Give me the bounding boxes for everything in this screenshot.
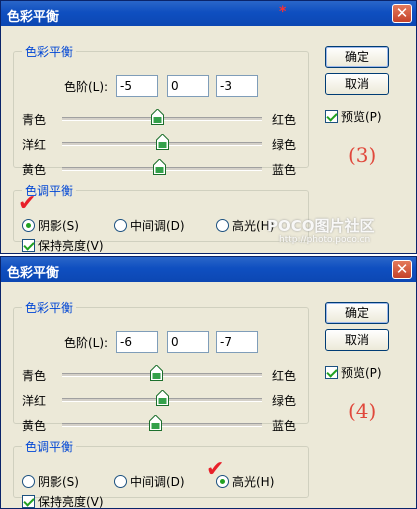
red-marker: * — [279, 4, 287, 20]
watermark-url: http://photo.poco.cn — [279, 235, 371, 245]
radio-label: 中间调(D) — [130, 219, 185, 233]
slider-right-label: 蓝色 — [272, 419, 297, 433]
radio-label: 阴影(S) — [38, 475, 79, 489]
title-bar[interactable]: 色彩平衡 ✕ — [1, 257, 416, 282]
checkbox-label: 预览(P) — [341, 366, 382, 380]
slider-yellow-blue[interactable] — [62, 415, 262, 431]
radio-midtones[interactable]: 中间调(D) — [114, 473, 185, 490]
levels-input-cyan-red[interactable] — [116, 75, 158, 97]
step-label: (4) — [348, 399, 377, 423]
levels-label: 色阶(L): — [64, 336, 109, 350]
slider-left-label: 洋红 — [22, 138, 47, 152]
checkbox-box[interactable] — [325, 366, 338, 379]
slider-thumb[interactable] — [150, 109, 164, 125]
color-balance-dialog-1: 色彩平衡 * ✕ 色彩平衡 色阶(L): 青色 红色 洋红 绿色 黄色 蓝色 色… — [0, 0, 417, 254]
radio-highlights[interactable]: 高光(H) — [216, 473, 274, 490]
slider-thumb[interactable] — [155, 134, 169, 150]
slider-cyan-red[interactable] — [62, 109, 262, 125]
slider-thumb[interactable] — [152, 159, 166, 175]
slider-right-label: 绿色 — [272, 138, 297, 152]
cancel-button[interactable]: 取消 — [325, 329, 389, 351]
radio-button[interactable] — [114, 475, 127, 488]
radio-label: 高光(H) — [232, 475, 275, 489]
dialog-title: 色彩平衡 — [7, 266, 60, 281]
radio-shadows[interactable]: 阴影(S) — [22, 217, 79, 234]
slider-right-label: 红色 — [272, 113, 297, 127]
slider-right-label: 绿色 — [272, 394, 297, 408]
radio-label: 中间调(D) — [130, 475, 185, 489]
preserve-luminosity-checkbox[interactable]: 保持亮度(V) — [22, 493, 104, 509]
levels-input-yellow-blue[interactable] — [216, 331, 258, 353]
watermark-brand: POCO图片社区 — [267, 217, 375, 235]
color-balance-group: 色彩平衡 色阶(L): 青色 红色 洋红 绿色 黄色 蓝色 — [13, 299, 309, 433]
group-legend: 色调平衡 — [25, 440, 74, 454]
levels-input-magenta-green[interactable] — [167, 331, 209, 353]
checkbox-label: 预览(P) — [341, 110, 382, 124]
ok-button[interactable]: 确定 — [325, 302, 389, 324]
slider-thumb[interactable] — [155, 390, 169, 406]
radio-button[interactable] — [216, 219, 229, 232]
slider-thumb[interactable] — [149, 365, 163, 381]
slider-left-label: 青色 — [22, 113, 47, 127]
radio-button[interactable] — [114, 219, 127, 232]
slider-left-label: 洋红 — [22, 394, 47, 408]
checkbox-box[interactable] — [22, 495, 35, 508]
levels-input-magenta-green[interactable] — [167, 75, 209, 97]
slider-right-label: 蓝色 — [272, 163, 297, 177]
slider-yellow-blue[interactable] — [62, 159, 262, 175]
red-check-mark-annotation: ✔ — [206, 457, 225, 482]
title-bar[interactable]: 色彩平衡 * ✕ — [1, 1, 416, 26]
slider-thumb[interactable] — [148, 415, 162, 431]
levels-input-yellow-blue[interactable] — [216, 75, 258, 97]
radio-shadows[interactable]: 阴影(S) — [22, 473, 79, 490]
close-button[interactable]: ✕ — [392, 4, 412, 23]
group-legend: 色彩平衡 — [25, 301, 74, 315]
cancel-button[interactable]: 取消 — [325, 73, 389, 95]
slider-left-label: 青色 — [22, 369, 47, 383]
levels-input-cyan-red[interactable] — [116, 331, 158, 353]
radio-highlights[interactable]: 高光(H) — [216, 217, 274, 234]
tone-balance-group: 色调平衡 阴影(S) 中间调(D) 高光(H) 保持亮度(V) — [13, 182, 309, 253]
radio-midtones[interactable]: 中间调(D) — [114, 217, 185, 234]
color-balance-group: 色彩平衡 色阶(L): 青色 红色 洋红 绿色 黄色 蓝色 — [13, 43, 309, 177]
close-button[interactable]: ✕ — [392, 260, 412, 279]
red-check-mark-annotation: ✔ — [18, 191, 37, 216]
radio-button[interactable] — [22, 475, 35, 488]
slider-left-label: 黄色 — [22, 163, 47, 177]
color-balance-dialog-2: 色彩平衡 ✕ 色彩平衡 色阶(L): 青色 红色 洋红 绿色 黄色 蓝色 色调平… — [0, 256, 417, 509]
checkbox-label: 保持亮度(V) — [38, 239, 104, 253]
slider-magenta-green[interactable] — [62, 390, 262, 406]
slider-magenta-green[interactable] — [62, 134, 262, 150]
dialog-title: 色彩平衡 — [7, 10, 60, 25]
checkbox-box[interactable] — [22, 239, 35, 252]
checkbox-label: 保持亮度(V) — [38, 495, 104, 509]
ok-button[interactable]: 确定 — [325, 46, 389, 68]
preview-checkbox[interactable]: 预览(P) — [325, 108, 382, 125]
preserve-luminosity-checkbox[interactable]: 保持亮度(V) — [22, 237, 104, 253]
radio-label: 阴影(S) — [38, 219, 79, 233]
levels-label: 色阶(L): — [64, 80, 109, 94]
tone-balance-group: 色调平衡 阴影(S) 中间调(D) 高光(H) 保持亮度(V) — [13, 438, 309, 508]
slider-right-label: 红色 — [272, 369, 297, 383]
step-label: (3) — [348, 143, 377, 167]
radio-button[interactable] — [22, 219, 35, 232]
group-legend: 色彩平衡 — [25, 45, 74, 59]
preview-checkbox[interactable]: 预览(P) — [325, 364, 382, 381]
checkbox-box[interactable] — [325, 110, 338, 123]
slider-left-label: 黄色 — [22, 419, 47, 433]
slider-cyan-red[interactable] — [62, 365, 262, 381]
